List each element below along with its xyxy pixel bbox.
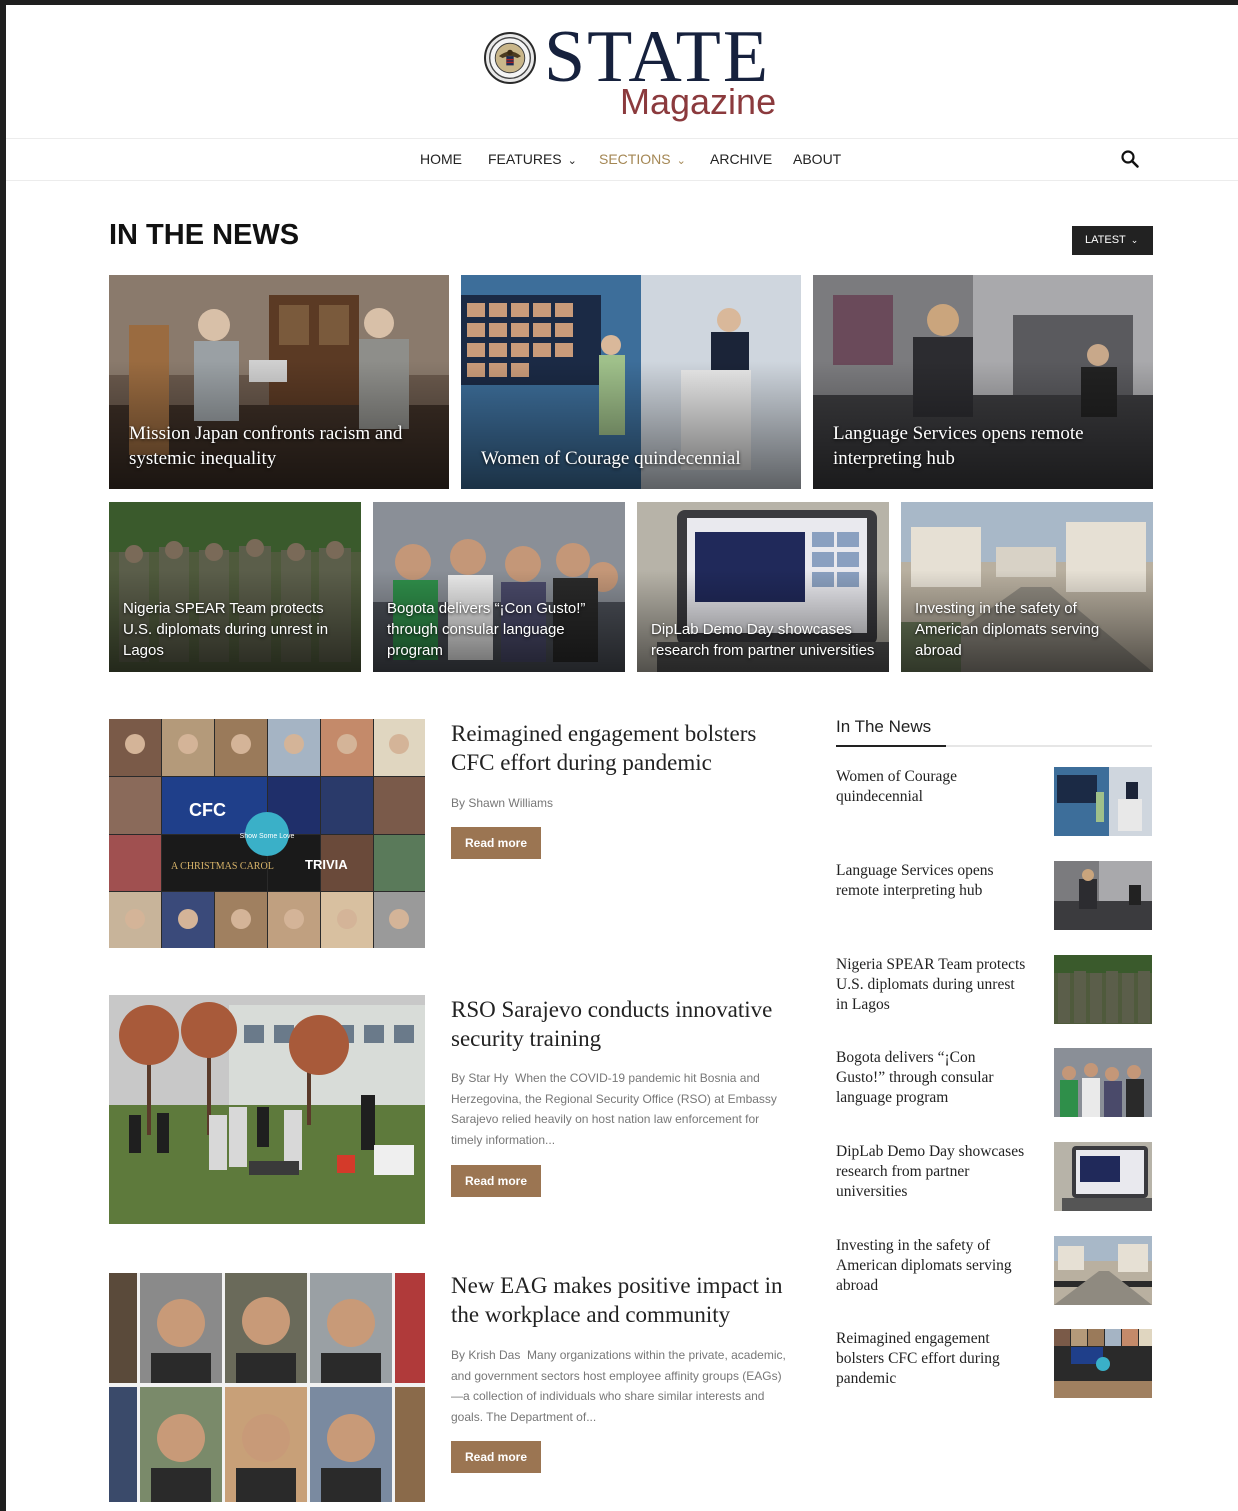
nav-home-label: HOME <box>420 151 462 167</box>
nav-about[interactable]: ABOUT <box>793 151 841 167</box>
section-title: IN THE NEWS <box>109 219 300 251</box>
sidebar-divider-accent <box>836 745 946 747</box>
featured-tile-large[interactable]: Mission Japan confronts racism and syste… <box>109 275 449 489</box>
show-some-love-text: Show Some Love <box>240 833 295 840</box>
sidebar-item-title[interactable]: Women of Courage quindecennial <box>836 767 1026 807</box>
nav-home[interactable]: HOME <box>420 151 462 167</box>
sidebar-item-thumbnail[interactable] <box>1054 1329 1152 1398</box>
chevron-down-icon: ⌄ <box>1130 235 1139 245</box>
sidebar-item[interactable]: Women of Courage quindecennial <box>836 767 1152 837</box>
masthead: STATE Magazine <box>6 5 1238 138</box>
sidebar-item-title[interactable]: Reimagined engagement bolsters CFC effor… <box>836 1329 1026 1389</box>
article-title[interactable]: RSO Sarajevo conducts innovative securit… <box>451 995 796 1053</box>
featured-tile-small[interactable]: Nigeria SPEAR Team protects U.S. diploma… <box>109 502 361 672</box>
article-byline: By Krish Das <box>451 1348 521 1362</box>
article-title[interactable]: Reimagined engagement bolsters CFC effor… <box>451 719 796 777</box>
article-thumbnail[interactable] <box>109 995 425 1224</box>
featured-caption[interactable]: Nigeria SPEAR Team protects U.S. diploma… <box>123 598 349 661</box>
sidebar-item-thumbnail[interactable] <box>1054 861 1152 930</box>
sidebar-item-title[interactable]: DipLab Demo Day showcases research from … <box>836 1142 1026 1202</box>
main-navigation: HOME FEATURES ⌄ SECTIONS ⌄ ARCHIVE ABOUT <box>6 138 1238 181</box>
chevron-down-icon: ⌄ <box>567 155 577 167</box>
sidebar-item[interactable]: Bogota delivers “¡Con Gusto!” through co… <box>836 1048 1152 1118</box>
article-summary: By Star Hy When the COVID-19 pandemic hi… <box>451 1068 793 1150</box>
featured-caption[interactable]: Women of Courage quindecennial <box>481 446 789 471</box>
sidebar-title: In The News <box>836 717 932 736</box>
nav-about-label: ABOUT <box>793 151 842 167</box>
article-thumbnail[interactable] <box>109 1273 425 1502</box>
trivia-text: TRIVIA <box>305 857 348 872</box>
sort-latest-dropdown[interactable]: LATEST ⌄ <box>1072 226 1153 255</box>
christmas-carol-text: A CHRISTMAS CAROL <box>171 861 274 872</box>
read-more-button[interactable]: Read more <box>451 827 541 859</box>
chevron-down-icon: ⌄ <box>676 155 686 167</box>
nav-sections[interactable]: SECTIONS ⌄ <box>599 151 686 167</box>
state-department-seal-icon[interactable] <box>484 32 536 84</box>
featured-caption[interactable]: DipLab Demo Day showcases research from … <box>651 619 877 661</box>
sidebar-item[interactable]: Language Services opens remote interpret… <box>836 861 1152 931</box>
nav-features-label: FEATURES <box>488 151 562 167</box>
featured-tile-large[interactable]: Women of Courage quindecennial <box>461 275 801 489</box>
sort-latest-label: LATEST <box>1085 234 1126 246</box>
featured-caption[interactable]: Language Services opens remote interpret… <box>833 421 1141 471</box>
nav-archive-label: ARCHIVE <box>710 151 773 167</box>
sidebar-item[interactable]: Nigeria SPEAR Team protects U.S. diploma… <box>836 955 1152 1025</box>
nav-features[interactable]: FEATURES ⌄ <box>488 151 577 167</box>
sidebar-item-title[interactable]: Language Services opens remote interpret… <box>836 861 1026 901</box>
article-photo <box>109 995 425 1224</box>
sidebar-item[interactable]: Reimagined engagement bolsters CFC effor… <box>836 1329 1152 1399</box>
sidebar-item-title[interactable]: Nigeria SPEAR Team protects U.S. diploma… <box>836 955 1026 1015</box>
article-title[interactable]: New EAG makes positive impact in the wor… <box>451 1271 796 1329</box>
cfc-logo-text: CFC <box>189 800 226 820</box>
featured-caption[interactable]: Investing in the safety of American dipl… <box>915 598 1141 661</box>
featured-tile-small[interactable]: Bogota delivers “¡Con Gusto!” through co… <box>373 502 625 672</box>
article-byline: By Star Hy <box>451 1071 509 1085</box>
sidebar-item[interactable]: DipLab Demo Day showcases research from … <box>836 1142 1152 1212</box>
sidebar-item-thumbnail[interactable] <box>1054 1048 1152 1117</box>
article-thumbnail[interactable]: CFC Show Some Love A CHRISTMAS CAROL TRI… <box>109 719 425 948</box>
page: STATE Magazine HOME FEATURES ⌄ SECTIONS ⌄ … <box>6 5 1238 1511</box>
featured-tile-small[interactable]: DipLab Demo Day showcases research from … <box>637 502 889 672</box>
featured-tile-small[interactable]: Investing in the safety of American dipl… <box>901 502 1153 672</box>
logo-magazine-wordmark[interactable]: Magazine <box>620 81 776 123</box>
eag-members-collage <box>109 1273 425 1502</box>
sidebar-item-thumbnail[interactable] <box>1054 1142 1152 1211</box>
read-more-button[interactable]: Read more <box>451 1441 541 1473</box>
cfc-collage-image: CFC Show Some Love A CHRISTMAS CAROL TRI… <box>109 719 425 948</box>
sidebar-item-title[interactable]: Bogota delivers “¡Con Gusto!” through co… <box>836 1048 1026 1108</box>
sidebar-item-thumbnail[interactable] <box>1054 1236 1152 1305</box>
nav-sections-label: SECTIONS <box>599 151 671 167</box>
search-icon[interactable] <box>1120 149 1140 169</box>
featured-caption[interactable]: Bogota delivers “¡Con Gusto!” through co… <box>387 598 613 661</box>
sidebar-item-title[interactable]: Investing in the safety of American dipl… <box>836 1236 1026 1296</box>
read-more-button[interactable]: Read more <box>451 1165 541 1197</box>
featured-tile-large[interactable]: Language Services opens remote interpret… <box>813 275 1153 489</box>
featured-caption[interactable]: Mission Japan confronts racism and syste… <box>129 421 437 471</box>
sidebar-divider <box>836 745 1152 747</box>
sidebar-item-thumbnail[interactable] <box>1054 767 1152 836</box>
sidebar-item-thumbnail[interactable] <box>1054 955 1152 1024</box>
sidebar-item[interactable]: Investing in the safety of American dipl… <box>836 1236 1152 1306</box>
nav-archive[interactable]: ARCHIVE <box>710 151 772 167</box>
article-byline: By Shawn Williams <box>451 796 554 810</box>
article-summary: By Krish Das Many organizations within t… <box>451 1345 793 1427</box>
